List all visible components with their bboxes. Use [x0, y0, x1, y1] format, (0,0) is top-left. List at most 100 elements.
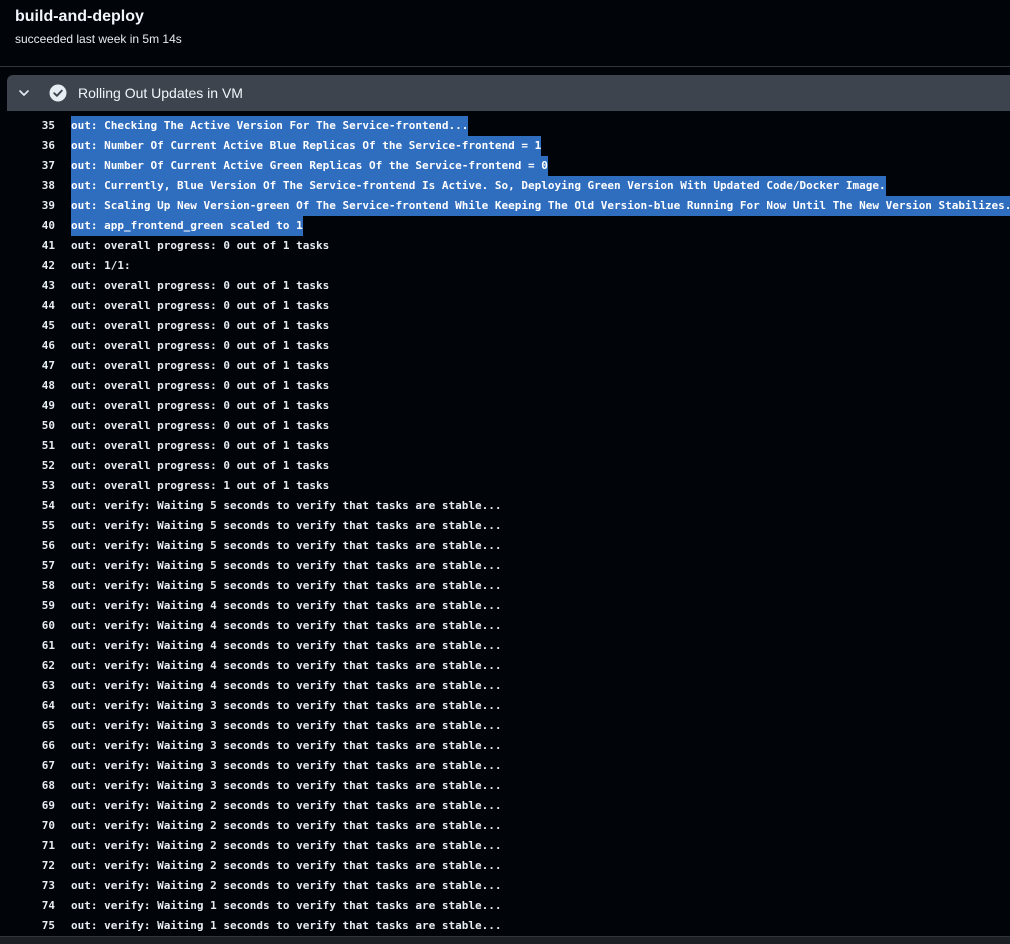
log-line[interactable]: 35 out: Checking The Active Version For T…: [0, 116, 1010, 136]
log-line-number[interactable]: 46: [0, 336, 55, 356]
log-line-number[interactable]: 74: [0, 896, 55, 916]
log-line[interactable]: 39 out: Scaling Up New Version-green Of T…: [0, 196, 1010, 216]
log-line[interactable]: 72 out: verify: Waiting 2 seconds to veri…: [0, 856, 1010, 876]
log-line-number[interactable]: 60: [0, 616, 55, 636]
log-line[interactable]: 67 out: verify: Waiting 3 seconds to veri…: [0, 756, 1010, 776]
log-line-number[interactable]: 53: [0, 476, 55, 496]
log-output[interactable]: 35 out: Checking The Active Version For T…: [0, 116, 1010, 936]
step-header-toggle[interactable]: Rolling Out Updates in VM: [7, 75, 1010, 111]
log-line-number[interactable]: 56: [0, 536, 55, 556]
log-line[interactable]: 51 out: overall progress: 0 out of 1 task…: [0, 436, 1010, 456]
log-line[interactable]: 71 out: verify: Waiting 2 seconds to veri…: [0, 836, 1010, 856]
log-line-text: out: verify: Waiting 2 seconds to verify…: [71, 859, 502, 872]
log-line-text: out: verify: Waiting 5 seconds to verify…: [71, 539, 502, 552]
log-line[interactable]: 65 out: verify: Waiting 3 seconds to veri…: [0, 716, 1010, 736]
log-line-number[interactable]: 69: [0, 796, 55, 816]
log-line-number[interactable]: 63: [0, 676, 55, 696]
job-status-text: succeeded last week in 5m 14s: [15, 32, 182, 46]
log-line-number[interactable]: 58: [0, 576, 55, 596]
log-line-text: out: Checking The Active Version For The…: [71, 116, 469, 136]
log-line[interactable]: 66 out: verify: Waiting 3 seconds to veri…: [0, 736, 1010, 756]
log-line[interactable]: 63 out: verify: Waiting 4 seconds to veri…: [0, 676, 1010, 696]
log-line[interactable]: 58 out: verify: Waiting 5 seconds to veri…: [0, 576, 1010, 596]
log-line[interactable]: 48 out: overall progress: 0 out of 1 task…: [0, 376, 1010, 396]
log-line-text: out: overall progress: 0 out of 1 tasks: [71, 279, 330, 292]
log-line[interactable]: 50 out: overall progress: 0 out of 1 task…: [0, 416, 1010, 436]
log-line-number[interactable]: 64: [0, 696, 55, 716]
log-line-number[interactable]: 75: [0, 916, 55, 936]
chevron-down-icon[interactable]: [17, 86, 31, 100]
log-line-number[interactable]: 44: [0, 296, 55, 316]
log-line-number[interactable]: 67: [0, 756, 55, 776]
log-line-number[interactable]: 41: [0, 236, 55, 256]
log-line-number[interactable]: 55: [0, 516, 55, 536]
log-line[interactable]: 60 out: verify: Waiting 4 seconds to veri…: [0, 616, 1010, 636]
log-line[interactable]: 73 out: verify: Waiting 2 seconds to veri…: [0, 876, 1010, 896]
log-line-text: out: Number Of Current Active Green Repl…: [71, 156, 548, 176]
log-line[interactable]: 64 out: verify: Waiting 3 seconds to veri…: [0, 696, 1010, 716]
job-header: build-and-deploy succeeded last week in …: [0, 0, 1010, 67]
log-line-text: out: overall progress: 0 out of 1 tasks: [71, 379, 330, 392]
log-line[interactable]: 69 out: verify: Waiting 2 seconds to veri…: [0, 796, 1010, 816]
log-line-number[interactable]: 37: [0, 156, 55, 176]
log-line-number[interactable]: 47: [0, 356, 55, 376]
log-line-number[interactable]: 68: [0, 776, 55, 796]
log-line[interactable]: 45 out: overall progress: 0 out of 1 task…: [0, 316, 1010, 336]
log-line-number[interactable]: 54: [0, 496, 55, 516]
log-line-number[interactable]: 52: [0, 456, 55, 476]
log-line-number[interactable]: 73: [0, 876, 55, 896]
log-line[interactable]: 41 out: overall progress: 0 out of 1 task…: [0, 236, 1010, 256]
log-line-number[interactable]: 45: [0, 316, 55, 336]
log-line[interactable]: 53 out: overall progress: 1 out of 1 task…: [0, 476, 1010, 496]
log-line-number[interactable]: 48: [0, 376, 55, 396]
log-line[interactable]: 44 out: overall progress: 0 out of 1 task…: [0, 296, 1010, 316]
log-line[interactable]: 43 out: overall progress: 0 out of 1 task…: [0, 276, 1010, 296]
log-line-number[interactable]: 39: [0, 196, 55, 216]
log-line[interactable]: 37 out: Number Of Current Active Green Re…: [0, 156, 1010, 176]
log-line-number[interactable]: 38: [0, 176, 55, 196]
log-line-number[interactable]: 61: [0, 636, 55, 656]
log-line-number[interactable]: 66: [0, 736, 55, 756]
log-line[interactable]: 56 out: verify: Waiting 5 seconds to veri…: [0, 536, 1010, 556]
log-line[interactable]: 70 out: verify: Waiting 2 seconds to veri…: [0, 816, 1010, 836]
log-line[interactable]: 75 out: verify: Waiting 1 seconds to veri…: [0, 916, 1010, 936]
log-line-number[interactable]: 70: [0, 816, 55, 836]
log-line[interactable]: 49 out: overall progress: 0 out of 1 task…: [0, 396, 1010, 416]
log-line[interactable]: 74 out: verify: Waiting 1 seconds to veri…: [0, 896, 1010, 916]
log-line[interactable]: 40 out: app_frontend_green scaled to 1: [0, 216, 1010, 236]
log-line-number[interactable]: 65: [0, 716, 55, 736]
log-line[interactable]: 47 out: overall progress: 0 out of 1 task…: [0, 356, 1010, 376]
log-line[interactable]: 57 out: verify: Waiting 5 seconds to veri…: [0, 556, 1010, 576]
log-line[interactable]: 46 out: overall progress: 0 out of 1 task…: [0, 336, 1010, 356]
log-line[interactable]: 38 out: Currently, Blue Version Of The Se…: [0, 176, 1010, 196]
log-line[interactable]: 61 out: verify: Waiting 4 seconds to veri…: [0, 636, 1010, 656]
log-line-number[interactable]: 51: [0, 436, 55, 456]
log-line-text: out: overall progress: 0 out of 1 tasks: [71, 319, 330, 332]
log-line-number[interactable]: 50: [0, 416, 55, 436]
log-line-number[interactable]: 59: [0, 596, 55, 616]
log-line-number[interactable]: 49: [0, 396, 55, 416]
log-line-number[interactable]: 62: [0, 656, 55, 676]
log-line-number[interactable]: 43: [0, 276, 55, 296]
log-line-text: out: verify: Waiting 5 seconds to verify…: [71, 519, 502, 532]
log-line-number[interactable]: 36: [0, 136, 55, 156]
log-line[interactable]: 68 out: verify: Waiting 3 seconds to veri…: [0, 776, 1010, 796]
log-line-number[interactable]: 72: [0, 856, 55, 876]
log-line-number[interactable]: 42: [0, 256, 55, 276]
log-line[interactable]: 59 out: verify: Waiting 4 seconds to veri…: [0, 596, 1010, 616]
log-line[interactable]: 52 out: overall progress: 0 out of 1 task…: [0, 456, 1010, 476]
log-line[interactable]: 54 out: verify: Waiting 5 seconds to veri…: [0, 496, 1010, 516]
log-line-number[interactable]: 57: [0, 556, 55, 576]
log-line-number[interactable]: 71: [0, 836, 55, 856]
log-line-number[interactable]: 40: [0, 216, 55, 236]
log-line-text: out: verify: Waiting 5 seconds to verify…: [71, 579, 502, 592]
log-line-number[interactable]: 35: [0, 116, 55, 136]
log-line-text: out: overall progress: 0 out of 1 tasks: [71, 359, 330, 372]
log-line-text: out: verify: Waiting 5 seconds to verify…: [71, 559, 502, 572]
log-line[interactable]: 62 out: verify: Waiting 4 seconds to veri…: [0, 656, 1010, 676]
log-line[interactable]: 36 out: Number Of Current Active Blue Rep…: [0, 136, 1010, 156]
log-line-text: out: Scaling Up New Version-green Of The…: [71, 196, 1010, 216]
log-line[interactable]: 55 out: verify: Waiting 5 seconds to veri…: [0, 516, 1010, 536]
log-line[interactable]: 42 out: 1/1:: [0, 256, 1010, 276]
log-line-text: out: overall progress: 0 out of 1 tasks: [71, 419, 330, 432]
